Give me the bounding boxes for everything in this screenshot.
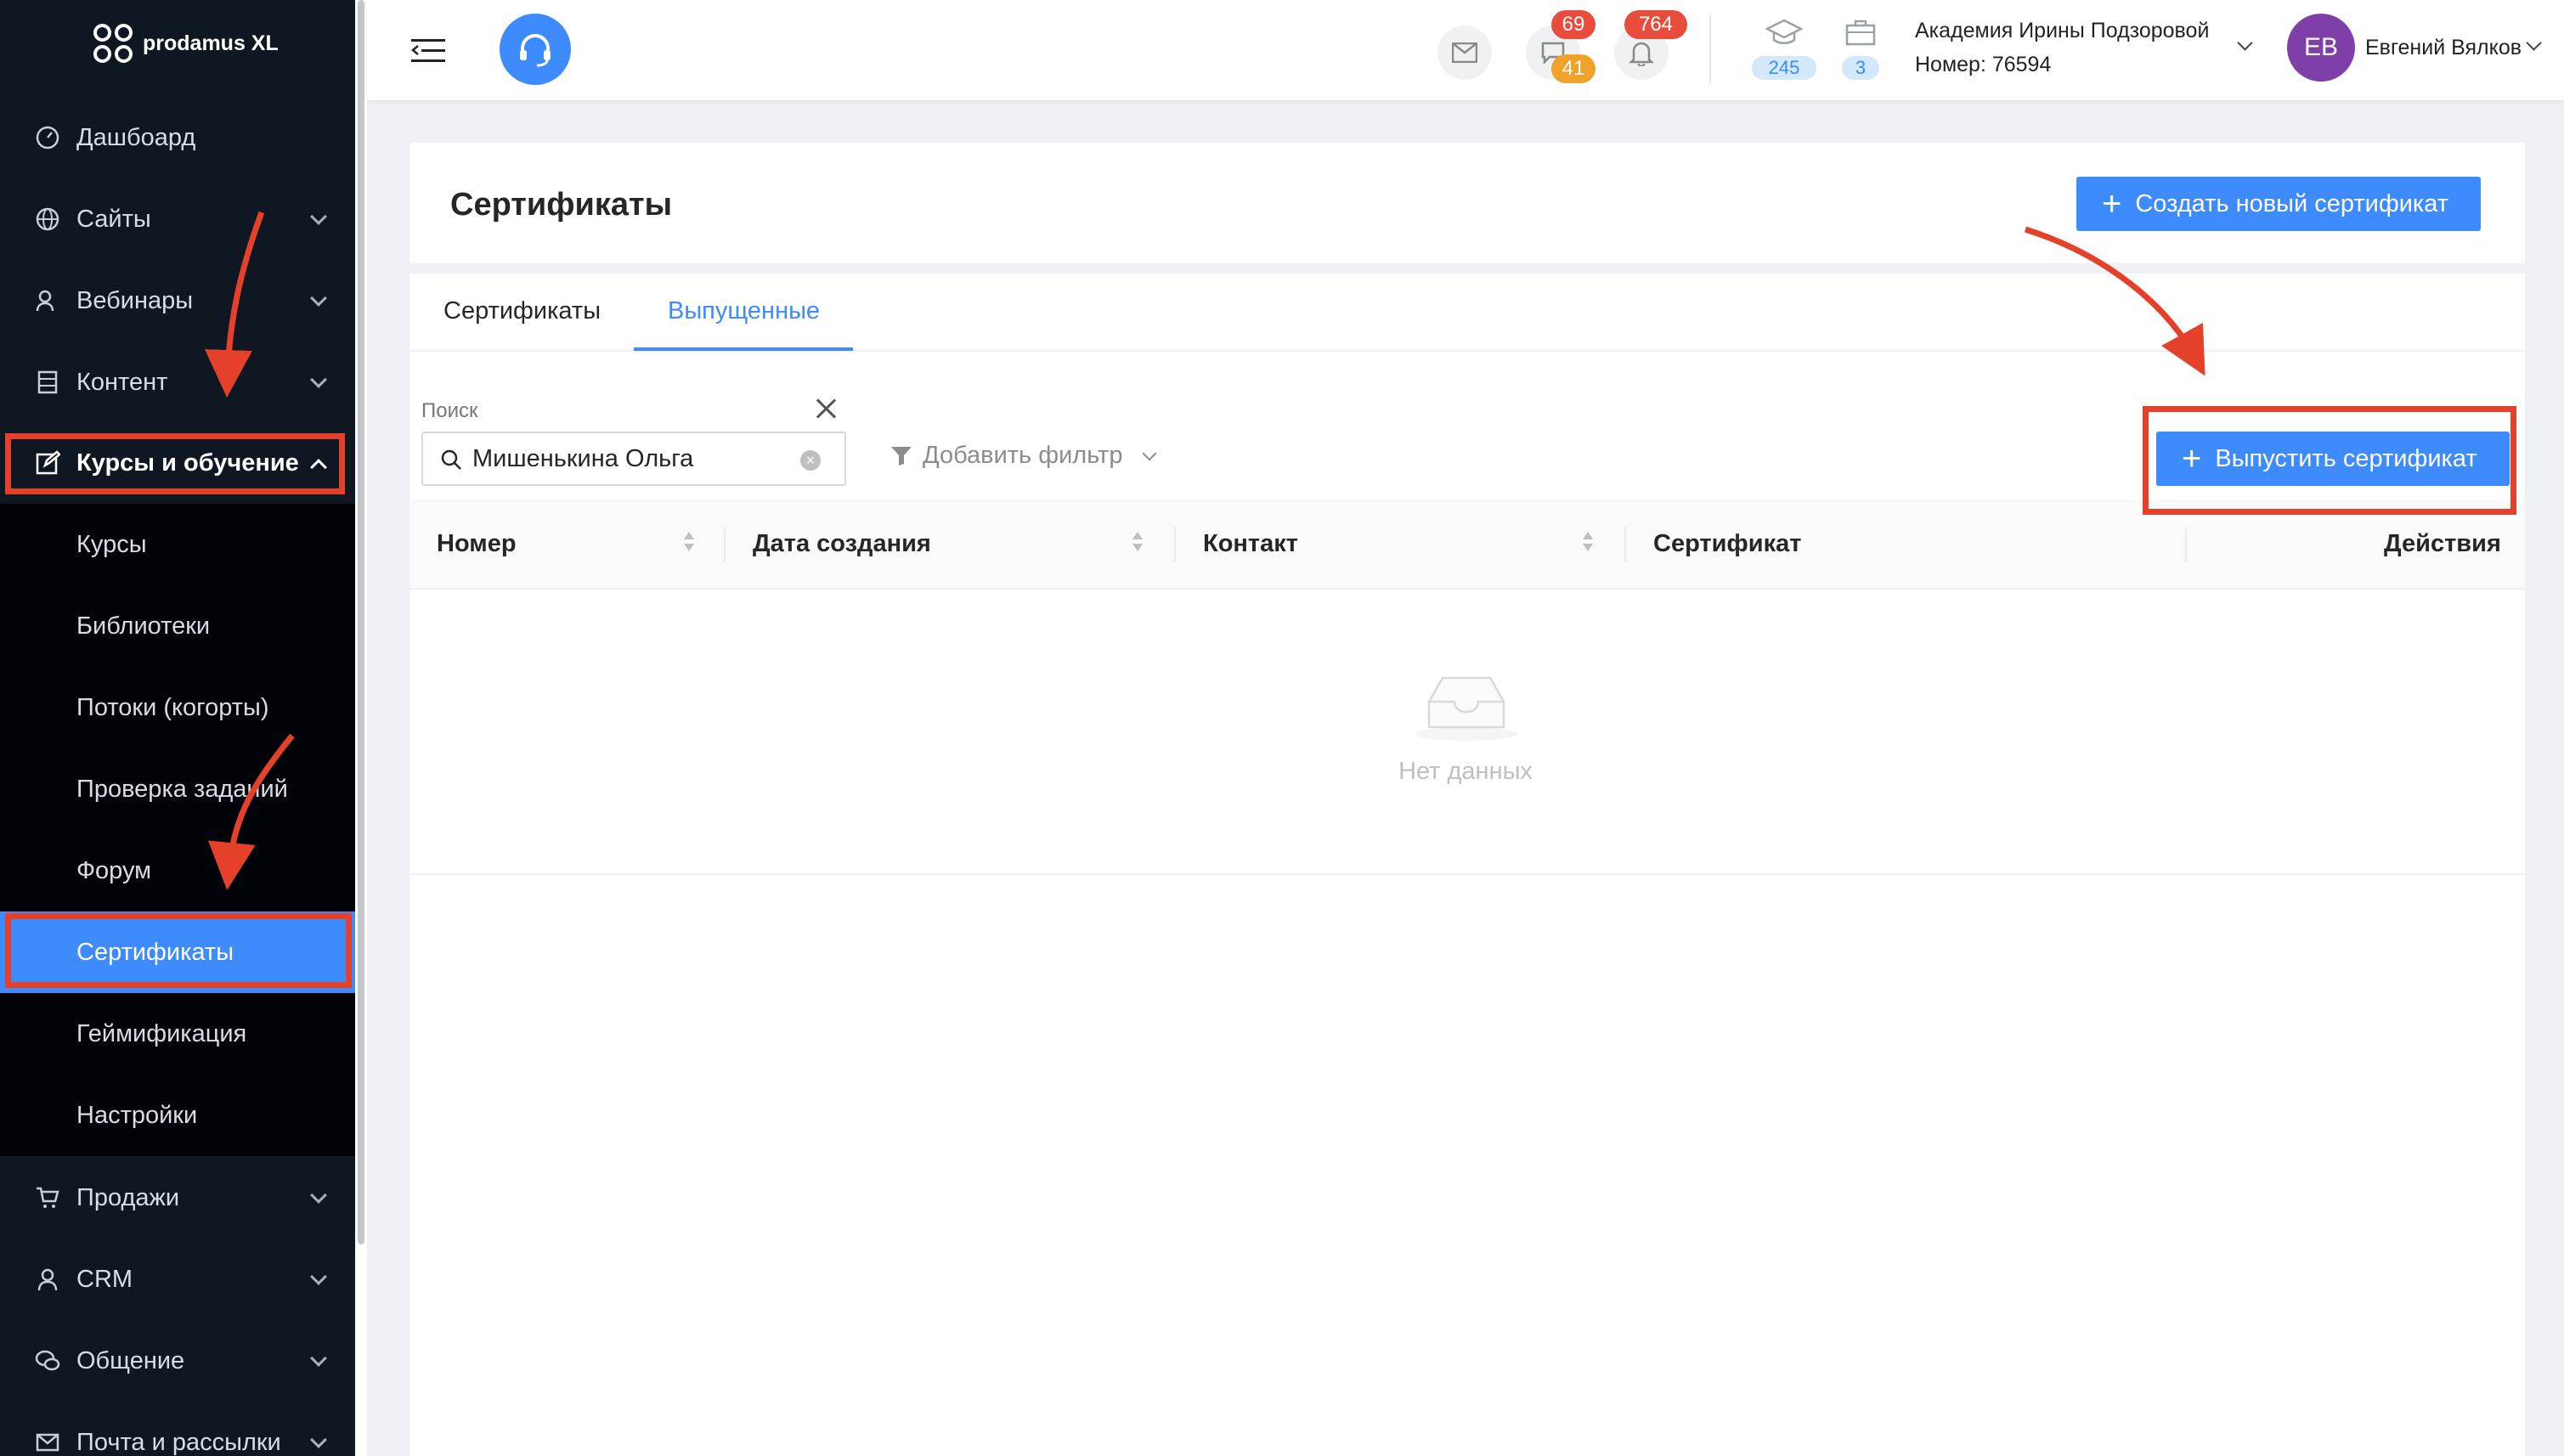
sidebar-item-label: Общение	[76, 1346, 185, 1374]
sidebar-item-sales[interactable]: Продажи	[0, 1157, 355, 1239]
search-icon	[440, 449, 462, 475]
sort-icon[interactable]	[1132, 532, 1144, 554]
submenu-item-label: Библиотеки	[76, 612, 211, 640]
column-actions: Действия	[2384, 530, 2501, 557]
user-name[interactable]: Евгений Вялков	[2365, 36, 2522, 60]
cases-counter: 3	[1842, 56, 1879, 80]
sidebar-item-label: Дашбоард	[76, 123, 196, 151]
tab-issued[interactable]: Выпущенные	[668, 297, 820, 325]
submenu-item-forum[interactable]: Форум	[0, 830, 355, 911]
user-icon	[34, 1266, 61, 1293]
submenu-item-courses[interactable]: Курсы	[0, 504, 355, 585]
brand-logo[interactable]: prodamus XL	[93, 24, 279, 63]
chevron-down-icon	[310, 208, 327, 225]
org-name[interactable]: Академия Ирины Подзоровой	[1915, 19, 2209, 43]
sort-icon[interactable]	[683, 532, 695, 554]
column-divider	[1624, 527, 1626, 562]
sidebar-item-communication[interactable]: Общение	[0, 1320, 355, 1402]
students-counter: 245	[1752, 56, 1816, 80]
sidebar: prodamus XL Дашбоард Сайты Вебинары Конт…	[0, 0, 355, 1456]
empty-inbox-icon	[1407, 671, 1526, 747]
filter-icon	[891, 446, 912, 466]
add-filter-button[interactable]: Добавить фильтр	[890, 442, 1157, 470]
column-created-date[interactable]: Дата создания	[753, 530, 931, 558]
chat-badge-unread: 69	[1551, 10, 1595, 39]
logo-icon	[93, 24, 133, 63]
avatar[interactable]: ЕВ	[2287, 14, 2355, 82]
scrollbar-thumb[interactable]	[358, 0, 364, 1244]
highlight-courses-menu	[5, 433, 345, 494]
chat-icon	[34, 1347, 61, 1374]
create-certificate-button[interactable]: + Создать новый сертификат	[2076, 177, 2481, 231]
submenu-item-settings[interactable]: Настройки	[0, 1075, 355, 1156]
courses-submenu: Курсы Библиотеки Потоки (когорты) Провер…	[0, 504, 355, 1156]
active-tab-indicator	[634, 347, 853, 351]
submenu-item-label: Форум	[76, 856, 152, 884]
brand-name: prodamus XL	[143, 31, 279, 55]
support-headset-icon[interactable]	[500, 14, 571, 85]
create-certificate-label: Создать новый сертификат	[2135, 189, 2449, 217]
notifications-badge: 764	[1624, 10, 1687, 39]
chevron-down-icon	[310, 1350, 327, 1367]
plus-icon: +	[2102, 185, 2122, 223]
sidebar-item-webinars[interactable]: Вебинары	[0, 260, 355, 341]
chevron-down-icon	[310, 1431, 327, 1448]
column-divider	[2185, 527, 2187, 562]
sidebar-item-label: Сайты	[76, 205, 151, 233]
mail-icon	[34, 1429, 61, 1456]
submenu-item-cohorts[interactable]: Потоки (когорты)	[0, 667, 355, 748]
column-divider	[1174, 527, 1176, 562]
submenu-item-label: Геймификация	[76, 1019, 247, 1047]
submenu-item-label: Настройки	[76, 1101, 198, 1129]
add-filter-label: Добавить фильтр	[923, 442, 1123, 469]
sidebar-scrollbar[interactable]	[355, 0, 367, 1456]
column-contact[interactable]: Контакт	[1203, 530, 1298, 558]
cart-icon	[34, 1184, 61, 1211]
highlight-certificates-menu	[5, 913, 352, 988]
search-field[interactable]: ×	[421, 432, 846, 486]
chevron-down-icon	[1142, 446, 1157, 460]
briefcase-icon[interactable]	[1845, 19, 1876, 50]
sort-icon[interactable]	[1582, 532, 1594, 554]
sidebar-item-mail[interactable]: Почта и рассылки	[0, 1402, 355, 1456]
chevron-down-icon	[310, 290, 327, 307]
submenu-item-libraries[interactable]: Библиотеки	[0, 585, 355, 667]
globe-icon	[34, 206, 61, 233]
sidebar-item-label: Продажи	[76, 1183, 180, 1211]
page-title: Сертификаты	[450, 187, 673, 223]
empty-text: Нет данных	[1398, 758, 1533, 785]
sidebar-item-label: Контент	[76, 368, 168, 396]
dashboard-icon	[34, 124, 61, 151]
highlight-issue-button	[2143, 406, 2516, 515]
org-number: Номер: 76594	[1915, 53, 2052, 76]
sidebar-item-label: Почта и рассылки	[76, 1428, 281, 1456]
submenu-item-gamification[interactable]: Геймификация	[0, 993, 355, 1075]
submenu-item-label: Курсы	[76, 530, 147, 558]
chat-badge-pending: 41	[1551, 54, 1595, 83]
search-input[interactable]	[472, 442, 778, 476]
column-divider	[724, 527, 726, 562]
search-label: Поиск	[421, 399, 478, 422]
sidebar-item-label: Вебинары	[76, 286, 194, 314]
sidebar-item-content[interactable]: Контент	[0, 341, 355, 423]
sidebar-item-dashboard[interactable]: Дашбоард	[0, 97, 355, 178]
chevron-down-icon	[310, 1187, 327, 1204]
mail-icon[interactable]	[1437, 25, 1492, 80]
sidebar-item-crm[interactable]: CRM	[0, 1239, 355, 1320]
submenu-item-label: Потоки (когорты)	[76, 693, 269, 721]
header-divider	[1709, 15, 1711, 83]
column-certificate: Сертификат	[1653, 530, 1802, 557]
content-icon	[34, 369, 61, 396]
webinar-icon	[34, 287, 61, 314]
tab-certificates[interactable]: Сертификаты	[443, 297, 601, 325]
chevron-down-icon	[310, 1268, 327, 1285]
graduation-cap-icon[interactable]	[1765, 19, 1804, 52]
sidebar-item-sites[interactable]: Сайты	[0, 178, 355, 260]
menu-toggle-icon[interactable]	[411, 36, 445, 66]
sidebar-item-label: CRM	[76, 1265, 133, 1293]
close-icon[interactable]	[814, 396, 839, 421]
column-number[interactable]: Номер	[437, 530, 517, 558]
chevron-down-icon	[310, 371, 327, 388]
clear-search-icon[interactable]: ×	[800, 450, 821, 471]
